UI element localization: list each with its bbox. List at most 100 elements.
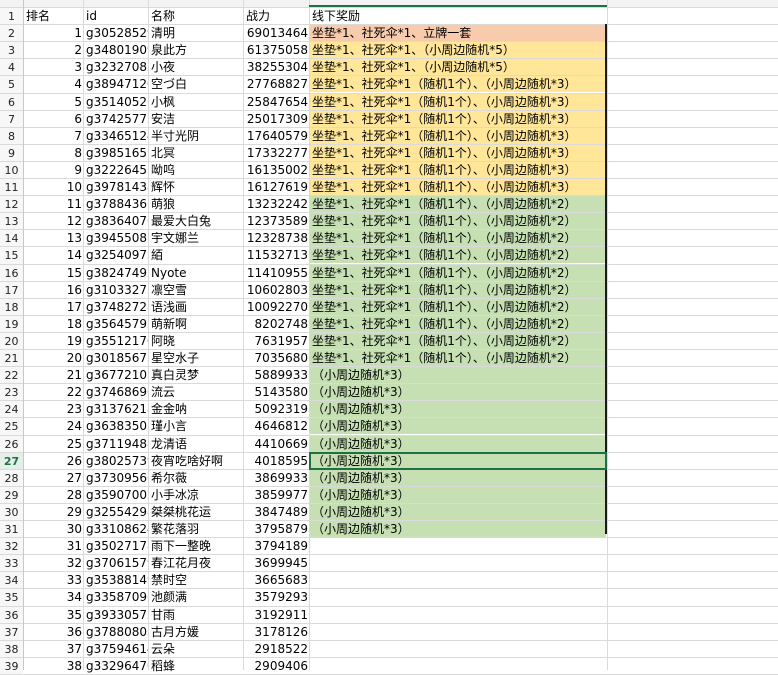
row-number[interactable]: 7 bbox=[0, 111, 23, 127]
id-cell[interactable]: g38364076 bbox=[84, 213, 148, 229]
reward-cell[interactable]: 坐垫*1、社死伞*1（随机1个）、（小周边随机*2） bbox=[310, 247, 606, 263]
id-cell[interactable]: g39330572 bbox=[84, 607, 148, 623]
rank-header[interactable]: 排名 bbox=[24, 8, 83, 24]
power-cell[interactable]: 69013464 bbox=[244, 25, 309, 41]
rank-cell[interactable]: 24 bbox=[24, 418, 83, 434]
rank-cell[interactable]: 32 bbox=[24, 555, 83, 571]
power-cell[interactable]: 27768827 bbox=[244, 76, 309, 92]
row-number[interactable]: 2 bbox=[0, 25, 23, 41]
power-cell[interactable]: 12328738 bbox=[244, 230, 309, 246]
id-cell[interactable]: g33465124 bbox=[84, 128, 148, 144]
id-cell[interactable]: g31033275 bbox=[84, 282, 148, 298]
reward-cell[interactable]: 坐垫*1、社死伞*1（随机1个）、（小周边随机*2） bbox=[310, 350, 606, 366]
reward-cell[interactable]: （小周边随机*3） bbox=[310, 401, 606, 417]
reward-cell[interactable]: （小周边随机*3） bbox=[310, 504, 606, 520]
name-cell[interactable]: 古月方媛 bbox=[149, 624, 243, 640]
row-number[interactable]: 34 bbox=[0, 572, 23, 588]
reward-cell[interactable]: 坐垫*1、社死伞*1（随机1个）、（小周边随机*2） bbox=[310, 333, 606, 349]
rank-cell[interactable]: 8 bbox=[24, 145, 83, 161]
id-cell[interactable]: g32327082 bbox=[84, 59, 148, 75]
rank-cell[interactable]: 37 bbox=[24, 641, 83, 657]
name-header[interactable]: 名称 bbox=[149, 8, 243, 24]
rank-cell[interactable]: 9 bbox=[24, 162, 83, 178]
id-cell[interactable]: g33587096 bbox=[84, 589, 148, 605]
row-number[interactable]: 17 bbox=[0, 282, 23, 298]
row-number[interactable]: 1 bbox=[0, 8, 23, 24]
reward-cell[interactable]: 坐垫*1、社死伞*1、（小周边随机*5） bbox=[310, 59, 606, 75]
row-number[interactable]: 8 bbox=[0, 128, 23, 144]
rank-cell[interactable]: 25 bbox=[24, 436, 83, 452]
name-cell[interactable]: 春江花月夜 bbox=[149, 555, 243, 571]
id-cell[interactable]: g31376218 bbox=[84, 401, 148, 417]
rank-cell[interactable]: 3 bbox=[24, 59, 83, 75]
name-cell[interactable]: 夜宵吃啥好啊 bbox=[149, 453, 243, 469]
power-cell[interactable]: 17332277 bbox=[244, 145, 309, 161]
power-cell[interactable]: 2909406 bbox=[244, 658, 309, 674]
name-cell[interactable]: 繁花落羽 bbox=[149, 521, 243, 537]
id-cell[interactable]: g37884361 bbox=[84, 196, 148, 212]
row-number[interactable]: 6 bbox=[0, 94, 23, 110]
power-cell[interactable]: 16135002 bbox=[244, 162, 309, 178]
row-number[interactable]: 4 bbox=[0, 59, 23, 75]
row-number[interactable]: 37 bbox=[0, 624, 23, 640]
rank-cell[interactable]: 28 bbox=[24, 487, 83, 503]
name-cell[interactable]: 宇文娜兰 bbox=[149, 230, 243, 246]
reward-cell[interactable]: 坐垫*1、社死伞*1（随机1个）、（小周边随机*2） bbox=[310, 299, 606, 315]
power-cell[interactable]: 8202748 bbox=[244, 316, 309, 332]
rank-cell[interactable]: 20 bbox=[24, 350, 83, 366]
reward-cell[interactable]: 坐垫*1、社死伞*1、立牌一套 bbox=[310, 25, 606, 41]
reward-cell[interactable]: （小周边随机*3） bbox=[310, 521, 606, 537]
name-cell[interactable]: 阿晓 bbox=[149, 333, 243, 349]
id-cell[interactable]: g37468696 bbox=[84, 384, 148, 400]
name-cell[interactable]: 清明 bbox=[149, 25, 243, 41]
id-header[interactable]: id bbox=[84, 8, 148, 24]
row-number[interactable]: 21 bbox=[0, 350, 23, 366]
row-number[interactable]: 39 bbox=[0, 658, 23, 674]
rank-cell[interactable]: 21 bbox=[24, 367, 83, 383]
power-cell[interactable]: 11532713 bbox=[244, 247, 309, 263]
rank-cell[interactable]: 35 bbox=[24, 607, 83, 623]
id-cell[interactable]: g37061579 bbox=[84, 555, 148, 571]
row-number[interactable]: 33 bbox=[0, 555, 23, 571]
id-cell[interactable]: g37309566 bbox=[84, 470, 148, 486]
row-number[interactable]: 15 bbox=[0, 247, 23, 263]
power-header[interactable]: 战力 bbox=[244, 8, 309, 24]
reward-cell[interactable]: （小周边随机*3） bbox=[310, 367, 606, 383]
name-cell[interactable]: 桀桀桃花运 bbox=[149, 504, 243, 520]
power-cell[interactable]: 3859977 bbox=[244, 487, 309, 503]
name-cell[interactable]: 萌狼 bbox=[149, 196, 243, 212]
id-cell[interactable]: g37425773 bbox=[84, 111, 148, 127]
rank-cell[interactable]: 31 bbox=[24, 538, 83, 554]
reward-cell[interactable]: 坐垫*1、社死伞*1（随机1个）、（小周边随机*3） bbox=[310, 179, 606, 195]
rank-cell[interactable]: 11 bbox=[24, 196, 83, 212]
name-cell[interactable]: 小枫 bbox=[149, 94, 243, 110]
name-cell[interactable]: Nyote bbox=[149, 265, 243, 281]
reward-cell[interactable]: 坐垫*1、社死伞*1（随机1个）、（小周边随机*3） bbox=[310, 94, 606, 110]
reward-cell[interactable]: 坐垫*1、社死伞*1（随机1个）、（小周边随机*2） bbox=[310, 196, 606, 212]
rank-cell[interactable]: 16 bbox=[24, 282, 83, 298]
name-cell[interactable]: 北冥 bbox=[149, 145, 243, 161]
power-cell[interactable]: 61375058 bbox=[244, 42, 309, 58]
id-cell[interactable]: g35512170 bbox=[84, 333, 148, 349]
id-cell[interactable]: g37594614 bbox=[84, 641, 148, 657]
row-number[interactable]: 3 bbox=[0, 42, 23, 58]
name-cell[interactable]: 泉此方 bbox=[149, 42, 243, 58]
name-cell[interactable]: 星空水子 bbox=[149, 350, 243, 366]
id-cell[interactable]: g32226455 bbox=[84, 162, 148, 178]
id-cell[interactable]: g38947120 bbox=[84, 76, 148, 92]
name-cell[interactable]: 语浅画 bbox=[149, 299, 243, 315]
id-cell[interactable]: g35907002 bbox=[84, 487, 148, 503]
id-cell[interactable]: g33108624 bbox=[84, 521, 148, 537]
id-cell[interactable]: g38247492 bbox=[84, 265, 148, 281]
power-cell[interactable]: 17640579 bbox=[244, 128, 309, 144]
rank-cell[interactable]: 23 bbox=[24, 401, 83, 417]
name-cell[interactable]: 甘雨 bbox=[149, 607, 243, 623]
rank-cell[interactable]: 38 bbox=[24, 658, 83, 674]
row-number[interactable]: 22 bbox=[0, 367, 23, 383]
reward-cell[interactable]: 坐垫*1、社死伞*1（随机1个）、（小周边随机*2） bbox=[310, 265, 606, 281]
rank-cell[interactable]: 34 bbox=[24, 589, 83, 605]
id-cell[interactable]: g39781438 bbox=[84, 179, 148, 195]
row-number[interactable]: 25 bbox=[0, 418, 23, 434]
rank-cell[interactable]: 6 bbox=[24, 111, 83, 127]
name-cell[interactable]: 稻蜂 bbox=[149, 658, 243, 674]
